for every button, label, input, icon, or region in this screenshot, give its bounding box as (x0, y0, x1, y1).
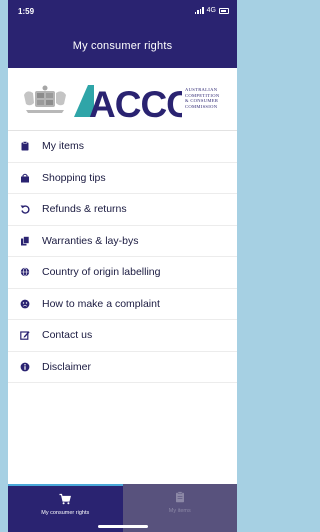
cart-icon (8, 493, 123, 505)
clipboard-icon (20, 141, 30, 151)
menu-item-label: How to make a complaint (42, 297, 160, 310)
home-indicator (98, 525, 148, 528)
org-name-line: COMMISSION (185, 104, 218, 110)
status-indicators: 4G (194, 7, 229, 14)
menu-item-refunds-returns[interactable]: Refunds & returns (8, 194, 237, 226)
menu-item-warranties-lay-bys[interactable]: Warranties & lay-bys (8, 226, 237, 257)
menu-item-disclaimer[interactable]: Disclaimer (8, 352, 237, 383)
page-title: My consumer rights (72, 40, 173, 52)
shopping-bag-icon (20, 173, 30, 183)
network-type: 4G (206, 7, 216, 14)
main-menu: My items Shopping tips Refunds & returns… (8, 131, 237, 383)
app-screen: 1:59 4G My consumer rights ACCC AUSTRALI… (8, 0, 237, 532)
info-icon (20, 362, 30, 372)
menu-item-label: Warranties & lay-bys (42, 234, 139, 247)
menu-item-my-items[interactable]: My items (8, 131, 237, 163)
menu-item-label: Contact us (42, 329, 93, 342)
edit-icon (20, 330, 30, 341)
refresh-icon (20, 204, 30, 214)
accc-wordmark: ACCC (89, 84, 182, 120)
tab-label: My items (168, 508, 191, 514)
battery-icon (219, 7, 229, 14)
accc-logo-banner: ACCC AUSTRALIAN COMPETITION & CONSUMER C… (8, 68, 237, 131)
menu-item-make-complaint[interactable]: How to make a complaint (8, 289, 237, 320)
globe-icon (20, 267, 30, 277)
clipboard-icon (123, 491, 238, 503)
menu-item-shopping-tips[interactable]: Shopping tips (8, 163, 237, 194)
menu-item-label: Refunds & returns (42, 203, 127, 216)
coat-of-arms-icon (24, 85, 66, 113)
documents-icon (20, 235, 30, 246)
tab-label: My consumer rights (41, 510, 90, 516)
org-name: AUSTRALIAN COMPETITION & CONSUMER COMMIS… (185, 87, 235, 110)
accc-wordmark-logo: ACCC (74, 84, 182, 120)
menu-item-label: Shopping tips (42, 171, 106, 184)
signal-icon (194, 7, 204, 14)
frown-icon (20, 299, 30, 309)
menu-item-contact-us[interactable]: Contact us (8, 320, 237, 352)
app-header: 1:59 4G My consumer rights (8, 0, 237, 68)
menu-item-label: My items (42, 140, 84, 153)
menu-item-country-of-origin[interactable]: Country of origin labelling (8, 257, 237, 289)
status-time: 1:59 (18, 7, 35, 16)
menu-item-label: Disclaimer (42, 360, 92, 373)
menu-item-label: Country of origin labelling (42, 266, 161, 279)
